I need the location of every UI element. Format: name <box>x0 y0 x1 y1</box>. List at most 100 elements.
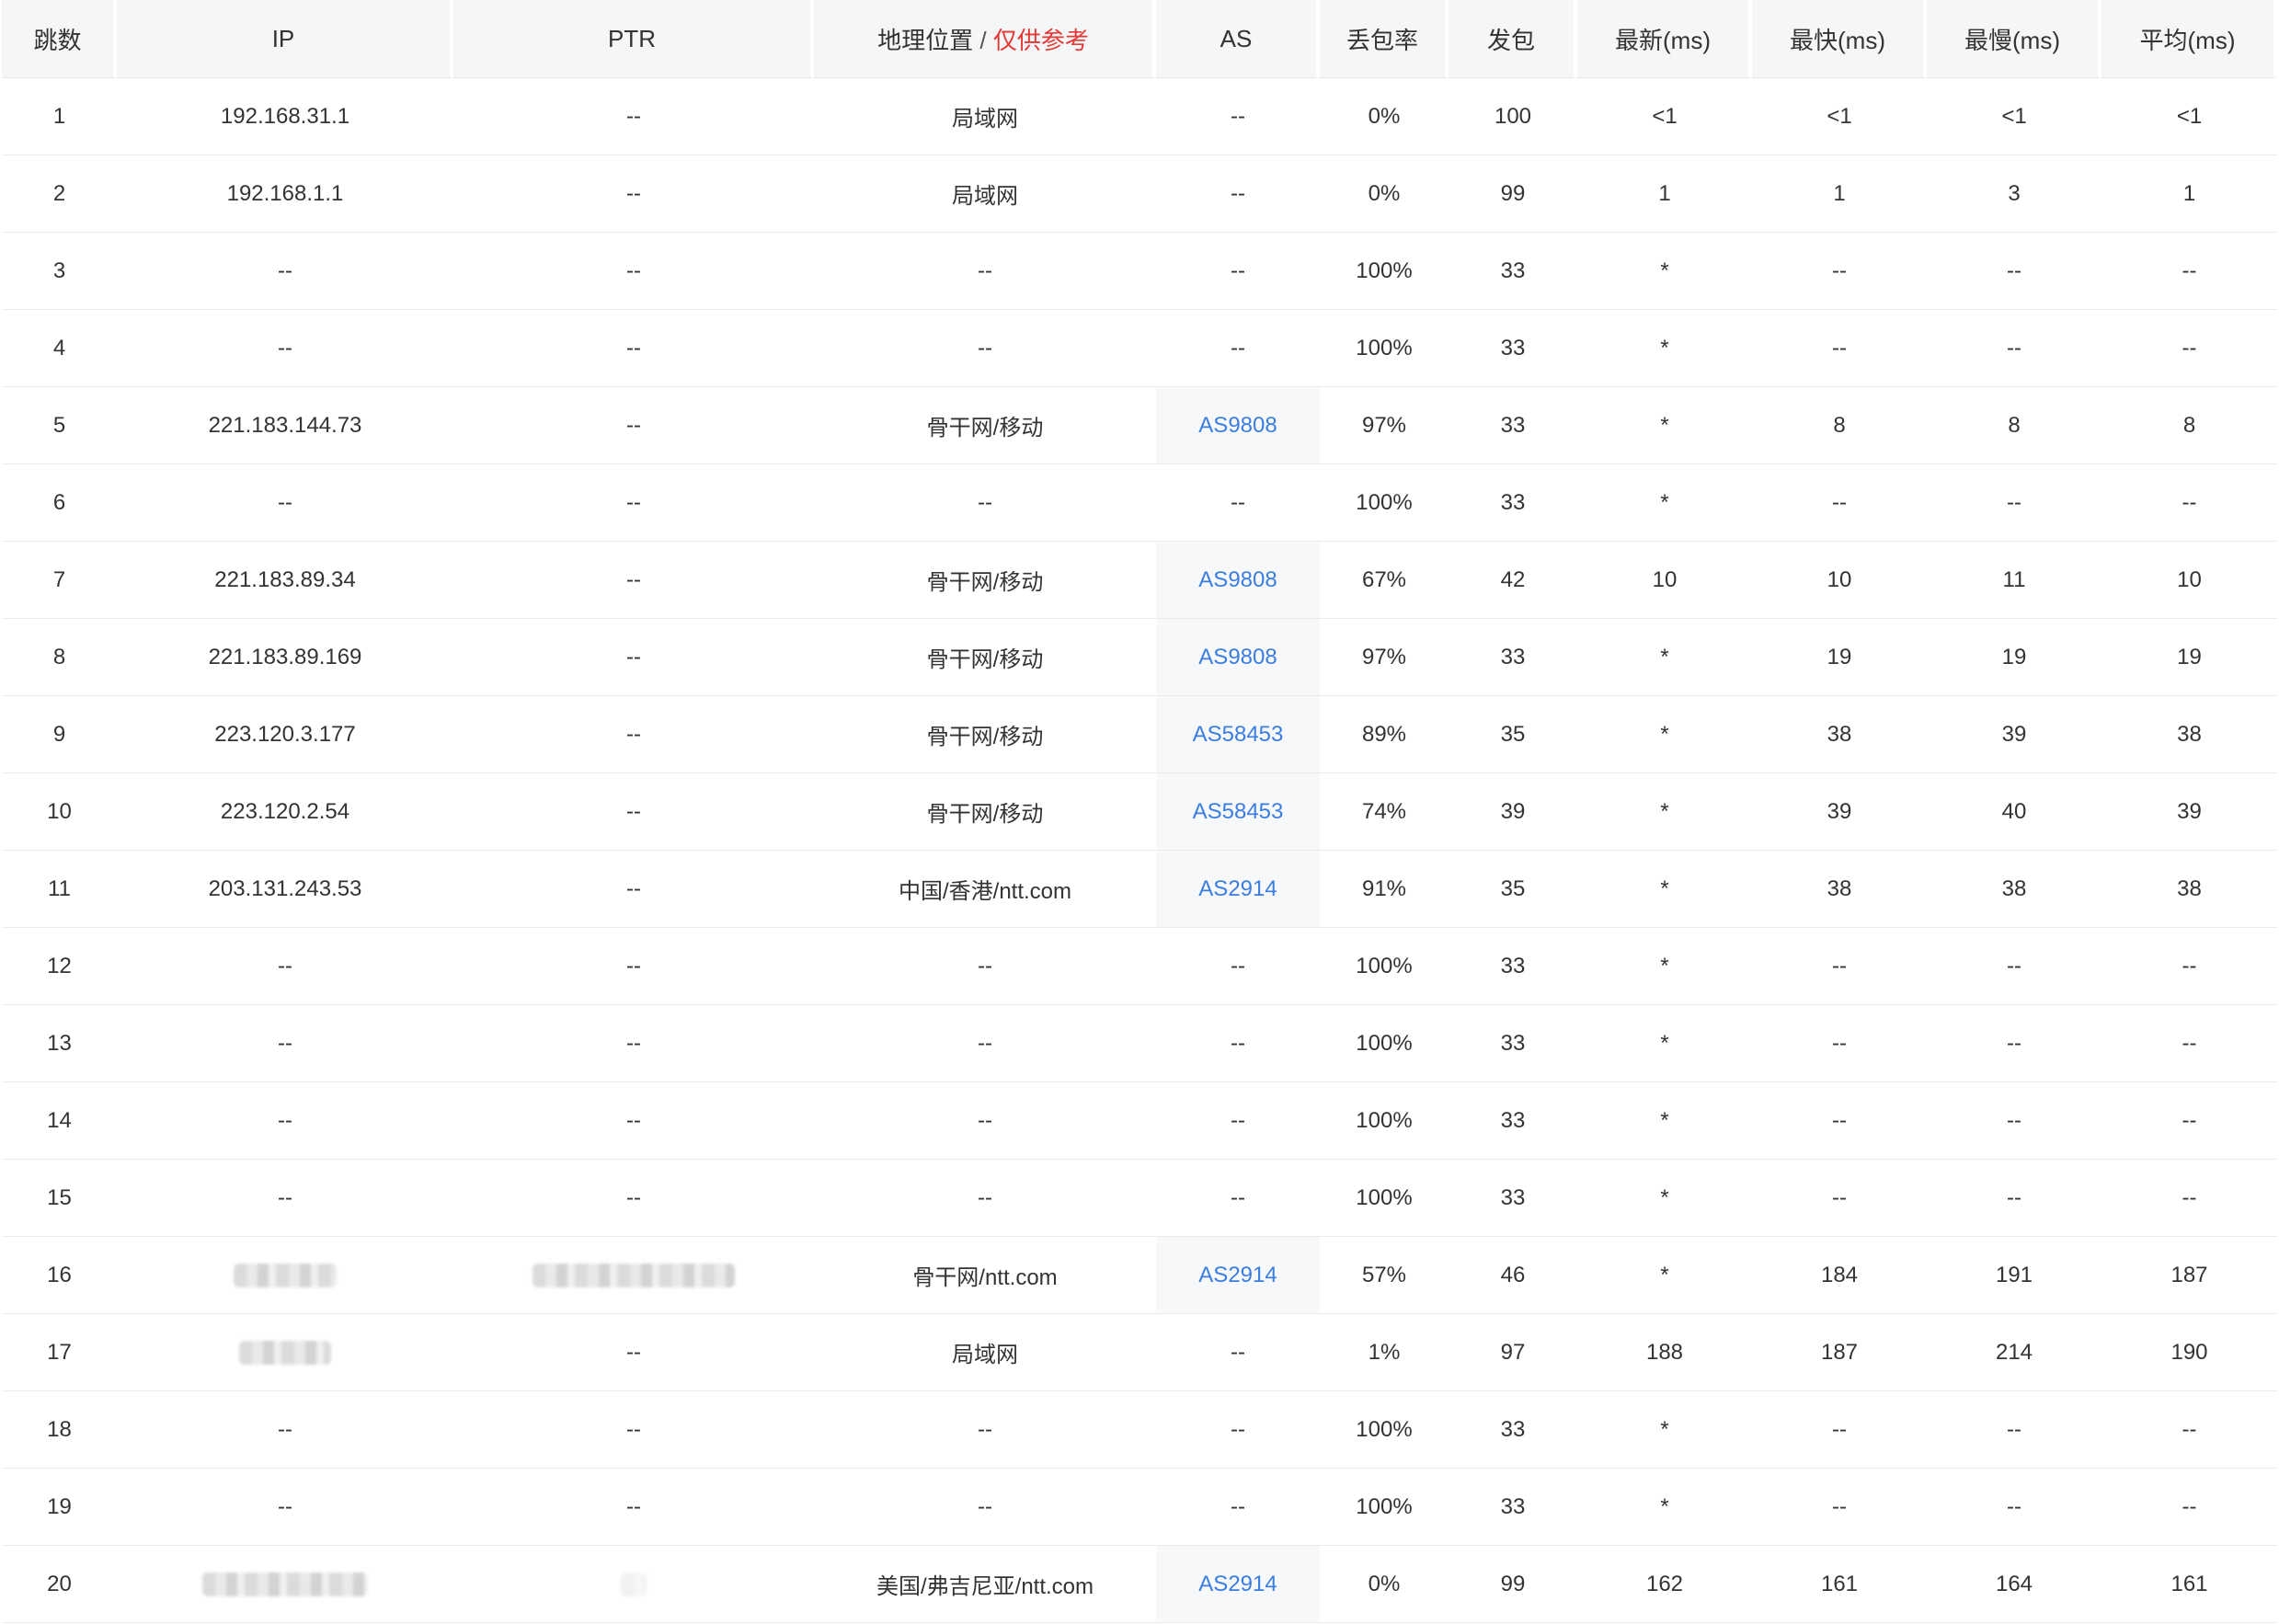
header-hop: 跳数 <box>2 0 117 78</box>
cell-hop: 2 <box>2 155 117 233</box>
cell-worst: -- <box>1927 233 2101 310</box>
traceroute-page: 跳数 IP PTR 地理位置 / 仅供参考 AS 丢包率 发包 最新(ms) 最… <box>0 0 2279 1624</box>
cell-ptr: -- <box>453 1391 814 1469</box>
cell-hop: 1 <box>2 78 117 155</box>
cell-best: -- <box>1752 233 1927 310</box>
cell-avg: 10 <box>2101 542 2277 619</box>
cell-geo: 骨干网/移动 <box>814 619 1156 696</box>
cell-loss: 89% <box>1320 696 1449 773</box>
cell-geo: 局域网 <box>814 155 1156 233</box>
cell-best: -- <box>1752 1005 1927 1082</box>
cell-as[interactable]: AS58453 <box>1156 696 1320 773</box>
cell-ptr: -- <box>453 773 814 851</box>
cell-hop: 9 <box>2 696 117 773</box>
cell-sent: 33 <box>1449 1160 1577 1237</box>
cell-as: -- <box>1156 1314 1320 1391</box>
cell-loss: 1% <box>1320 1314 1449 1391</box>
cell-last: * <box>1577 1391 1752 1469</box>
cell-last: <1 <box>1577 78 1752 155</box>
cell-last: 162 <box>1577 1546 1752 1623</box>
cell-as[interactable]: AS9808 <box>1156 619 1320 696</box>
cell-ptr: -- <box>453 542 814 619</box>
redacted-ptr <box>621 1573 647 1597</box>
cell-as: -- <box>1156 310 1320 387</box>
cell-worst: 214 <box>1927 1314 2101 1391</box>
cell-loss: 100% <box>1320 310 1449 387</box>
cell-geo: -- <box>814 928 1156 1005</box>
cell-last: * <box>1577 1160 1752 1237</box>
cell-as[interactable]: AS58453 <box>1156 773 1320 851</box>
cell-loss: 0% <box>1320 155 1449 233</box>
cell-last: * <box>1577 619 1752 696</box>
cell-loss: 100% <box>1320 1469 1449 1546</box>
cell-worst: 191 <box>1927 1237 2101 1314</box>
cell-avg: -- <box>2101 310 2277 387</box>
header-last: 最新(ms) <box>1577 0 1752 78</box>
header-best: 最快(ms) <box>1752 0 1927 78</box>
table-header-row: 跳数 IP PTR 地理位置 / 仅供参考 AS 丢包率 发包 最新(ms) 最… <box>2 0 2277 78</box>
cell-ptr: -- <box>453 1160 814 1237</box>
table-row: 16 骨干网/ntt.com AS2914 57% 46 * 184 191 187 <box>2 1237 2277 1314</box>
table-row: 10 223.120.2.54 -- 骨干网/移动 AS58453 74% 39 * 39 40 3… <box>2 773 2277 851</box>
cell-ptr: -- <box>453 387 814 464</box>
cell-avg: -- <box>2101 1391 2277 1469</box>
cell-ptr: -- <box>453 155 814 233</box>
cell-ptr: -- <box>453 233 814 310</box>
cell-hop: 3 <box>2 233 117 310</box>
table-row: 2 192.168.1.1 -- 局域网 -- 0% 99 1 1 3 1 <box>2 155 2277 233</box>
header-geo-separator: / <box>979 26 987 54</box>
cell-best: 184 <box>1752 1237 1927 1314</box>
table-row: 3 -- -- -- -- 100% 33 * -- -- -- <box>2 233 2277 310</box>
cell-sent: 33 <box>1449 1391 1577 1469</box>
cell-worst: 39 <box>1927 696 2101 773</box>
cell-ip: 221.183.89.169 <box>117 619 453 696</box>
redacted-ip <box>234 1264 337 1288</box>
cell-as[interactable]: AS9808 <box>1156 542 1320 619</box>
cell-as[interactable]: AS2914 <box>1156 1237 1320 1314</box>
cell-sent: 100 <box>1449 78 1577 155</box>
cell-worst: -- <box>1927 1082 2101 1160</box>
as-link[interactable]: AS2914 <box>1198 1572 1277 1596</box>
cell-loss: 100% <box>1320 1082 1449 1160</box>
cell-hop: 4 <box>2 310 117 387</box>
cell-geo: 美国/弗吉尼亚/ntt.com <box>814 1546 1156 1623</box>
cell-as[interactable]: AS2914 <box>1156 1546 1320 1623</box>
cell-avg: -- <box>2101 233 2277 310</box>
cell-loss: 97% <box>1320 387 1449 464</box>
cell-sent: 99 <box>1449 155 1577 233</box>
as-link[interactable]: AS2914 <box>1198 1263 1277 1287</box>
redacted-ip <box>239 1341 331 1366</box>
cell-as[interactable]: AS2914 <box>1156 851 1320 928</box>
cell-loss: 100% <box>1320 1005 1449 1082</box>
as-link[interactable]: AS2914 <box>1198 876 1277 901</box>
as-link[interactable]: AS9808 <box>1198 645 1277 669</box>
cell-last: * <box>1577 851 1752 928</box>
cell-ip: 223.120.2.54 <box>117 773 453 851</box>
table-row: 9 223.120.3.177 -- 骨干网/移动 AS58453 89% 35 * 38 39 3… <box>2 696 2277 773</box>
cell-ptr: -- <box>453 619 814 696</box>
header-worst: 最慢(ms) <box>1927 0 2101 78</box>
cell-worst: -- <box>1927 928 2101 1005</box>
cell-loss: 57% <box>1320 1237 1449 1314</box>
cell-ptr: -- <box>453 696 814 773</box>
cell-sent: 33 <box>1449 464 1577 542</box>
as-link[interactable]: AS9808 <box>1198 413 1277 438</box>
cell-best: -- <box>1752 1469 1927 1546</box>
cell-sent: 97 <box>1449 1314 1577 1391</box>
cell-as[interactable]: AS9808 <box>1156 387 1320 464</box>
cell-as: -- <box>1156 1005 1320 1082</box>
cell-ptr: -- <box>453 1314 814 1391</box>
cell-as: -- <box>1156 1160 1320 1237</box>
cell-sent: 33 <box>1449 310 1577 387</box>
cell-best: -- <box>1752 464 1927 542</box>
cell-last: * <box>1577 387 1752 464</box>
cell-ip: 221.183.144.73 <box>117 387 453 464</box>
cell-hop: 16 <box>2 1237 117 1314</box>
cell-last: * <box>1577 773 1752 851</box>
as-link[interactable]: AS58453 <box>1193 722 1284 747</box>
cell-as: -- <box>1156 1469 1320 1546</box>
cell-worst: 11 <box>1927 542 2101 619</box>
as-link[interactable]: AS9808 <box>1198 567 1277 592</box>
as-link[interactable]: AS58453 <box>1193 799 1284 824</box>
cell-ip: -- <box>117 464 453 542</box>
